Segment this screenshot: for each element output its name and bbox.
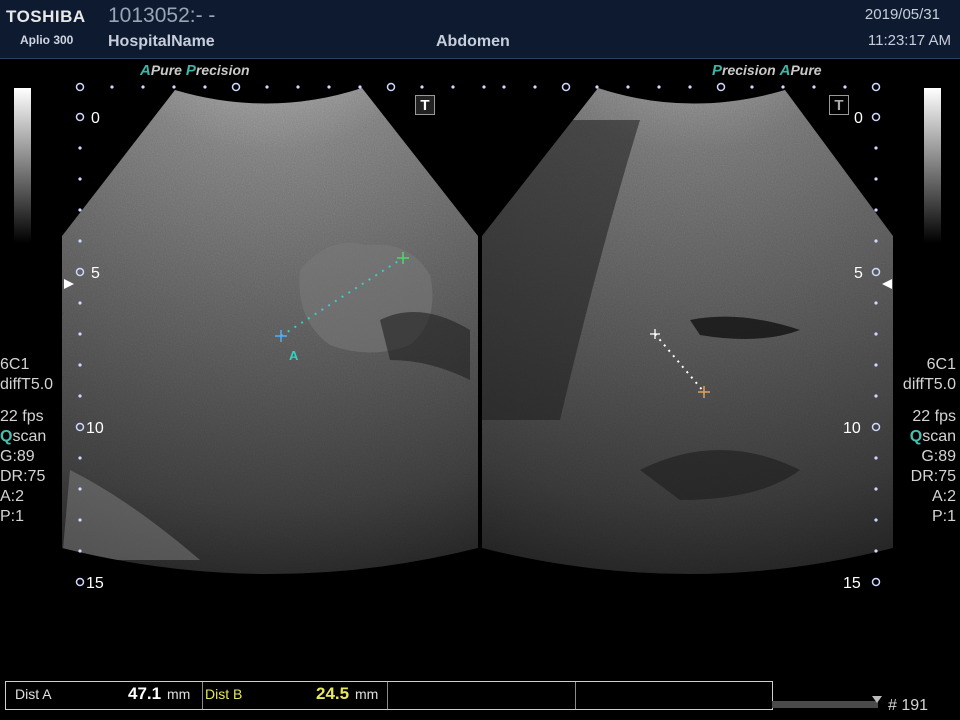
scan-q-letter: Q (909, 428, 923, 445)
probe-label: 6C1 (0, 356, 30, 373)
probe-label: 6C1 (926, 356, 956, 373)
scanner-model: Aplio 300 (20, 33, 74, 47)
patient-id: 1013052:- - (108, 4, 216, 27)
brand-logo: TOSHIBA (6, 7, 86, 26)
left-depth-0: 0 (91, 110, 100, 127)
measurement-cell-empty (388, 682, 576, 709)
dist-a-value: 47.1 (128, 684, 162, 703)
dist-b-unit: mm (355, 686, 379, 702)
gain-label: G:89 (921, 448, 956, 465)
header-divider (0, 58, 960, 59)
left-depth-5: 5 (91, 265, 100, 282)
dist-b-label: Dist B (205, 686, 243, 702)
ultrasound-image-area[interactable]: 0 5 10 15 0 5 10 15 A (0, 60, 960, 620)
right-grayscale-bar (924, 88, 941, 243)
left-sector-image (62, 88, 478, 574)
scan-mode-label: Qscan (0, 429, 53, 449)
dynamic-range-label: DR:75 (910, 468, 956, 485)
right-depth-10: 10 (843, 420, 861, 437)
p-param-label: P:1 (931, 508, 956, 525)
hospital-name: HospitalName (108, 33, 215, 50)
scan-rest-text: scan (922, 428, 956, 445)
measurement-cell-b[interactable]: Dist B 24.5 mm (203, 682, 388, 709)
left-depth-15: 15 (86, 575, 104, 592)
dist-b-value: 24.5 (316, 684, 350, 703)
dist-a-unit: mm (167, 686, 191, 702)
freq-label: diffT5.0 (902, 376, 956, 393)
a-param-label: A:2 (931, 488, 956, 505)
caliper-a-label: A (289, 348, 299, 363)
fps-label: 22 fps (912, 408, 956, 425)
scan-mode-label: Qscan (903, 429, 956, 449)
frame-counter: # 191 (888, 697, 929, 714)
exam-type: Abdomen (436, 33, 510, 50)
right-param-panel: 6C1 diffT5.0 22 fps Qscan G:89 DR:75 A:2… (903, 357, 956, 529)
p-param-label: P:1 (0, 508, 25, 525)
cine-progress-bar[interactable] (772, 701, 878, 708)
fps-label: 22 fps (0, 408, 44, 425)
top-scale-markers (75, 82, 881, 92)
left-t-button[interactable]: T (415, 95, 435, 115)
left-depth-10: 10 (86, 420, 104, 437)
measurement-cell-a[interactable]: Dist A 47.1 mm (6, 682, 203, 709)
scan-q-letter: Q (0, 428, 13, 445)
a-param-label: A:2 (0, 488, 25, 505)
dist-a-label: Dist A (15, 686, 52, 702)
exam-date: 2019/05/31 (864, 6, 940, 23)
gain-label: G:89 (0, 448, 35, 465)
dynamic-range-label: DR:75 (0, 468, 46, 485)
right-depth-15: 15 (843, 575, 861, 592)
measurement-panel: Dist A 47.1 mm Dist B 24.5 mm (5, 681, 773, 710)
right-depth-0: 0 (854, 110, 863, 127)
cine-position-icon[interactable] (872, 696, 882, 703)
scan-rest-text: scan (12, 428, 47, 445)
left-grayscale-bar (14, 88, 31, 243)
right-sector-image (482, 88, 893, 574)
right-t-button[interactable]: T (829, 95, 849, 115)
freq-label: diffT5.0 (0, 376, 54, 393)
right-depth-5: 5 (854, 265, 863, 282)
left-param-panel: 6C1 diffT5.0 22 fps Qscan G:89 DR:75 A:2… (0, 357, 53, 529)
exam-time: 11:23:17 AM (867, 32, 951, 49)
